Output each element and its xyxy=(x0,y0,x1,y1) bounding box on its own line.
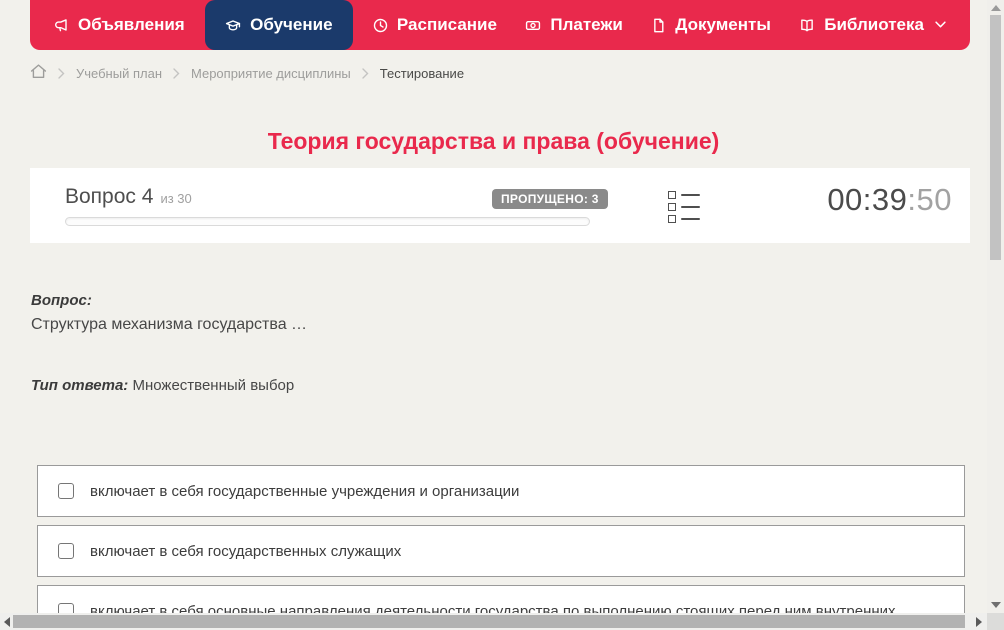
answer-option[interactable]: включает в себя государственных служащих xyxy=(37,525,965,577)
question-list-icon[interactable] xyxy=(668,191,700,223)
graduation-cap-icon xyxy=(225,18,241,33)
nav-item-label: Платежи xyxy=(550,15,623,34)
horizontal-scrollbar-thumb[interactable] xyxy=(13,615,965,628)
horizontal-scrollbar[interactable] xyxy=(0,613,987,630)
breadcrumb: Учебный план Мероприятие дисциплины Тест… xyxy=(30,61,464,85)
nav-item-label: Расписание xyxy=(396,15,497,34)
question-text: Структура механизма государства … xyxy=(31,316,308,333)
clock-icon xyxy=(373,18,388,33)
book-icon xyxy=(799,18,815,33)
answer-options: включает в себя государственные учрежден… xyxy=(37,465,965,630)
lms-testing-page: Объявления Обучение Расписание Платежи Д… xyxy=(0,0,1004,630)
scrollbar-corner xyxy=(987,613,1004,630)
nav-item-learning[interactable]: Обучение xyxy=(205,0,353,50)
answer-option-label: включает в себя государственные учрежден… xyxy=(90,482,520,500)
checkbox[interactable] xyxy=(58,483,74,499)
answer-option-label: включает в себя государственных служащих xyxy=(90,542,402,560)
timer-hours-minutes: 00:39 xyxy=(827,182,908,217)
timer-seconds: :50 xyxy=(907,182,952,217)
question-progress-bar xyxy=(65,217,590,226)
answer-option[interactable]: включает в себя государственные учрежден… xyxy=(37,465,965,517)
nav-item-label: Документы xyxy=(675,15,771,34)
megaphone-icon xyxy=(54,18,69,33)
question-heading: Вопрос: xyxy=(31,292,92,309)
answer-type-label: Тип ответа: xyxy=(31,377,129,394)
countdown-timer: 00:39:50 xyxy=(827,182,952,218)
nav-item-schedule[interactable]: Расписание xyxy=(365,0,505,50)
main-nav: Объявления Обучение Расписание Платежи Д… xyxy=(30,0,970,50)
answer-type-row: Тип ответа: Множественный выбор xyxy=(31,377,294,394)
chevron-right-icon xyxy=(362,67,369,79)
scroll-down-arrow-icon[interactable] xyxy=(991,602,1001,608)
banknote-icon xyxy=(525,18,541,33)
page-title: Теория государства и права (обучение) xyxy=(267,128,720,155)
nav-item-label: Библиотека xyxy=(824,15,924,34)
skipped-badge: ПРОПУЩЕНО: 3 xyxy=(492,189,608,209)
answer-type-value: Множественный выбор xyxy=(132,377,295,394)
breadcrumb-item-discipline-event[interactable]: Мероприятие дисциплины xyxy=(191,66,351,81)
chevron-right-icon xyxy=(58,67,65,79)
nav-item-library[interactable]: Библиотека xyxy=(791,0,954,50)
scroll-up-arrow-icon[interactable] xyxy=(991,5,1001,11)
chevron-right-icon xyxy=(173,67,180,79)
question-number: Вопрос 4 из 30 xyxy=(65,185,192,209)
home-icon[interactable] xyxy=(30,63,47,83)
checkbox[interactable] xyxy=(58,543,74,559)
document-icon xyxy=(651,18,666,33)
scroll-right-arrow-icon[interactable] xyxy=(976,617,982,627)
breadcrumb-item-study-plan[interactable]: Учебный план xyxy=(76,66,162,81)
breadcrumb-item-testing: Тестирование xyxy=(379,65,465,81)
question-total: из 30 xyxy=(160,191,192,206)
scroll-left-arrow-icon[interactable] xyxy=(4,617,10,627)
question-number-label: Вопрос 4 xyxy=(65,185,154,208)
chevron-down-icon xyxy=(935,21,946,29)
nav-item-label: Объявления xyxy=(78,15,185,34)
nav-item-payments[interactable]: Платежи xyxy=(517,0,631,50)
vertical-scrollbar-thumb[interactable] xyxy=(990,15,1001,260)
nav-item-documents[interactable]: Документы xyxy=(643,0,779,50)
nav-item-label: Обучение xyxy=(250,15,333,34)
nav-item-announcements[interactable]: Объявления xyxy=(46,0,193,50)
question-header-panel: Вопрос 4 из 30 ПРОПУЩЕНО: 3 00:39:50 xyxy=(30,168,970,243)
vertical-scrollbar[interactable] xyxy=(987,0,1004,613)
